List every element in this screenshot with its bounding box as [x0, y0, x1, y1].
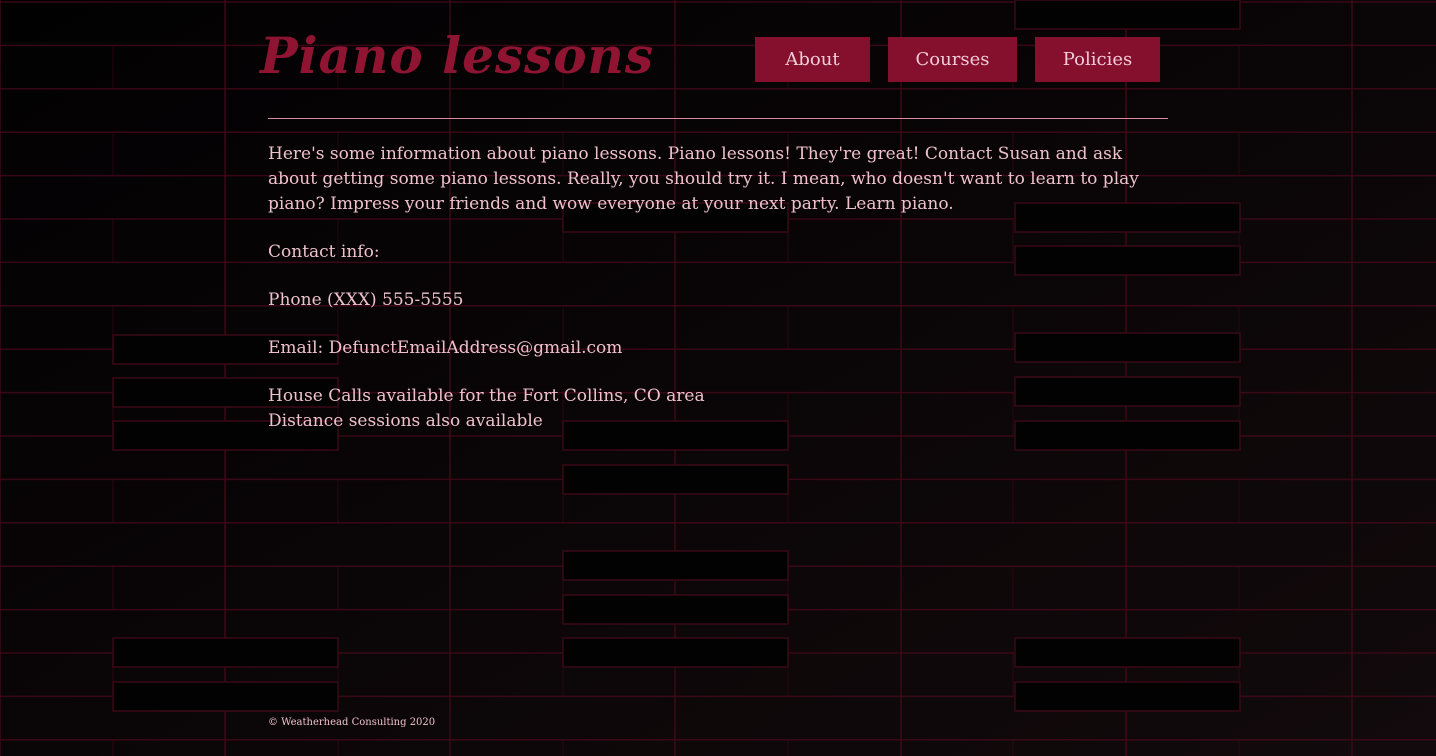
background-key-shape [1014, 0, 1241, 30]
background-key-shape [562, 637, 789, 668]
distance-sessions-text: Distance sessions also available [268, 411, 543, 431]
main-content: Here's some information about piano less… [268, 142, 1148, 434]
intro-paragraph: Here's some information about piano less… [268, 144, 1139, 214]
header-divider [268, 118, 1168, 119]
nav-policies-button[interactable]: Policies [1035, 37, 1160, 82]
nav-courses-button[interactable]: Courses [888, 37, 1017, 82]
background-key-shape [112, 681, 339, 712]
house-calls-text: House Calls available for the Fort Colli… [268, 386, 705, 406]
main-nav: About Courses Policies [755, 37, 1160, 82]
background-key-shape [112, 637, 339, 668]
footer-copyright: © Weatherhead Consulting 2020 [268, 717, 436, 728]
background-key-shape [562, 464, 789, 495]
email-text: Email: DefunctEmailAddress@gmail.com [268, 338, 623, 358]
site-logo-title[interactable]: Piano lessons [260, 26, 654, 86]
phone-text: Phone (XXX) 555-5555 [268, 290, 464, 310]
background-key-shape [1014, 681, 1241, 712]
background-key-shape [562, 594, 789, 625]
background-key-shape [1014, 637, 1241, 668]
contact-heading: Contact info: [268, 242, 380, 262]
background-key-shape [562, 550, 789, 581]
nav-about-button[interactable]: About [755, 37, 870, 82]
